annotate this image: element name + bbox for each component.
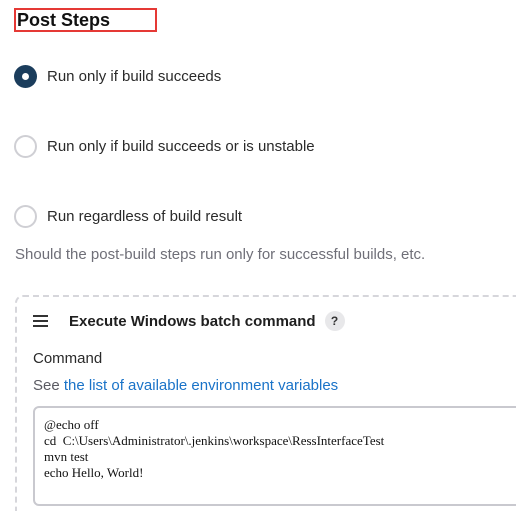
drag-handle-icon[interactable] <box>33 315 48 327</box>
help-icon[interactable]: ? <box>324 311 345 331</box>
post-steps-panel: Post Steps Run only if build succeeds Ru… <box>0 0 516 511</box>
env-vars-hint: See the list of available environment va… <box>33 377 338 394</box>
radio-option-succeeds-or-unstable[interactable]: Run only if build succeeds or is unstabl… <box>14 135 315 158</box>
radio-label: Run only if build succeeds or is unstabl… <box>47 138 315 155</box>
build-step-header: Execute Windows batch command ? <box>33 311 345 331</box>
help-text: Should the post-build steps run only for… <box>15 246 426 263</box>
radio-button[interactable] <box>14 205 37 228</box>
build-step-title: Execute Windows batch command <box>69 312 316 330</box>
radio-button[interactable] <box>14 135 37 158</box>
env-vars-link[interactable]: the list of available environment variab… <box>64 377 338 394</box>
radio-button-selected[interactable] <box>14 65 37 88</box>
env-vars-hint-prefix: See <box>33 377 64 394</box>
command-label: Command <box>33 350 103 367</box>
radio-option-regardless[interactable]: Run regardless of build result <box>14 205 242 228</box>
radio-option-succeeds[interactable]: Run only if build succeeds <box>14 65 221 88</box>
section-title: Post Steps <box>14 8 157 32</box>
radio-label: Run regardless of build result <box>47 208 243 225</box>
command-textarea[interactable] <box>33 406 516 506</box>
radio-label: Run only if build succeeds <box>47 68 222 85</box>
